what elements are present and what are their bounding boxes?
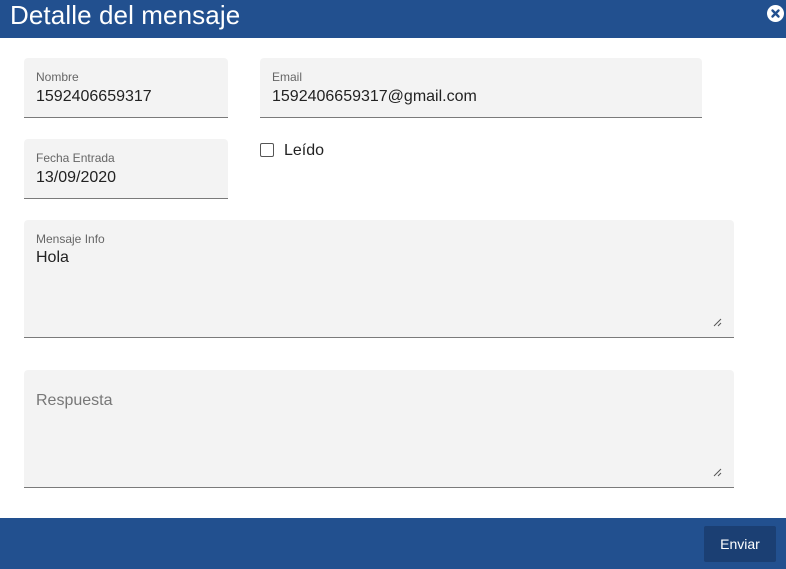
resize-grip-icon[interactable]: [713, 468, 722, 477]
dialog-footer: Enviar: [0, 518, 786, 569]
resize-grip-icon[interactable]: [713, 318, 722, 327]
leido-checkbox[interactable]: [260, 143, 274, 157]
respuesta-field[interactable]: Respuesta: [24, 370, 734, 488]
mensaje-info-label: Mensaje Info: [36, 232, 105, 246]
mensaje-info-value: Hola: [36, 249, 69, 266]
respuesta-placeholder: Respuesta: [36, 392, 113, 409]
mensaje-info-field[interactable]: Mensaje Info Hola: [24, 220, 734, 338]
fecha-entrada-value: 13/09/2020: [36, 169, 117, 186]
dialog-title: Detalle del mensaje: [10, 0, 241, 30]
nombre-label: Nombre: [36, 70, 79, 84]
email-label: Email: [272, 70, 303, 84]
fecha-entrada-field[interactable]: Fecha Entrada 13/09/2020: [24, 139, 228, 199]
dialog-header: Detalle del mensaje: [0, 0, 786, 38]
leido-label[interactable]: Leído: [284, 142, 324, 160]
email-value: 1592406659317@gmail.com: [272, 88, 477, 105]
nombre-value: 1592406659317: [36, 88, 152, 105]
nombre-field[interactable]: Nombre 1592406659317: [24, 58, 228, 118]
fecha-entrada-label: Fecha Entrada: [36, 151, 115, 165]
close-icon[interactable]: [767, 5, 784, 22]
email-field[interactable]: Email 1592406659317@gmail.com: [260, 58, 702, 118]
enviar-button[interactable]: Enviar: [704, 526, 776, 562]
